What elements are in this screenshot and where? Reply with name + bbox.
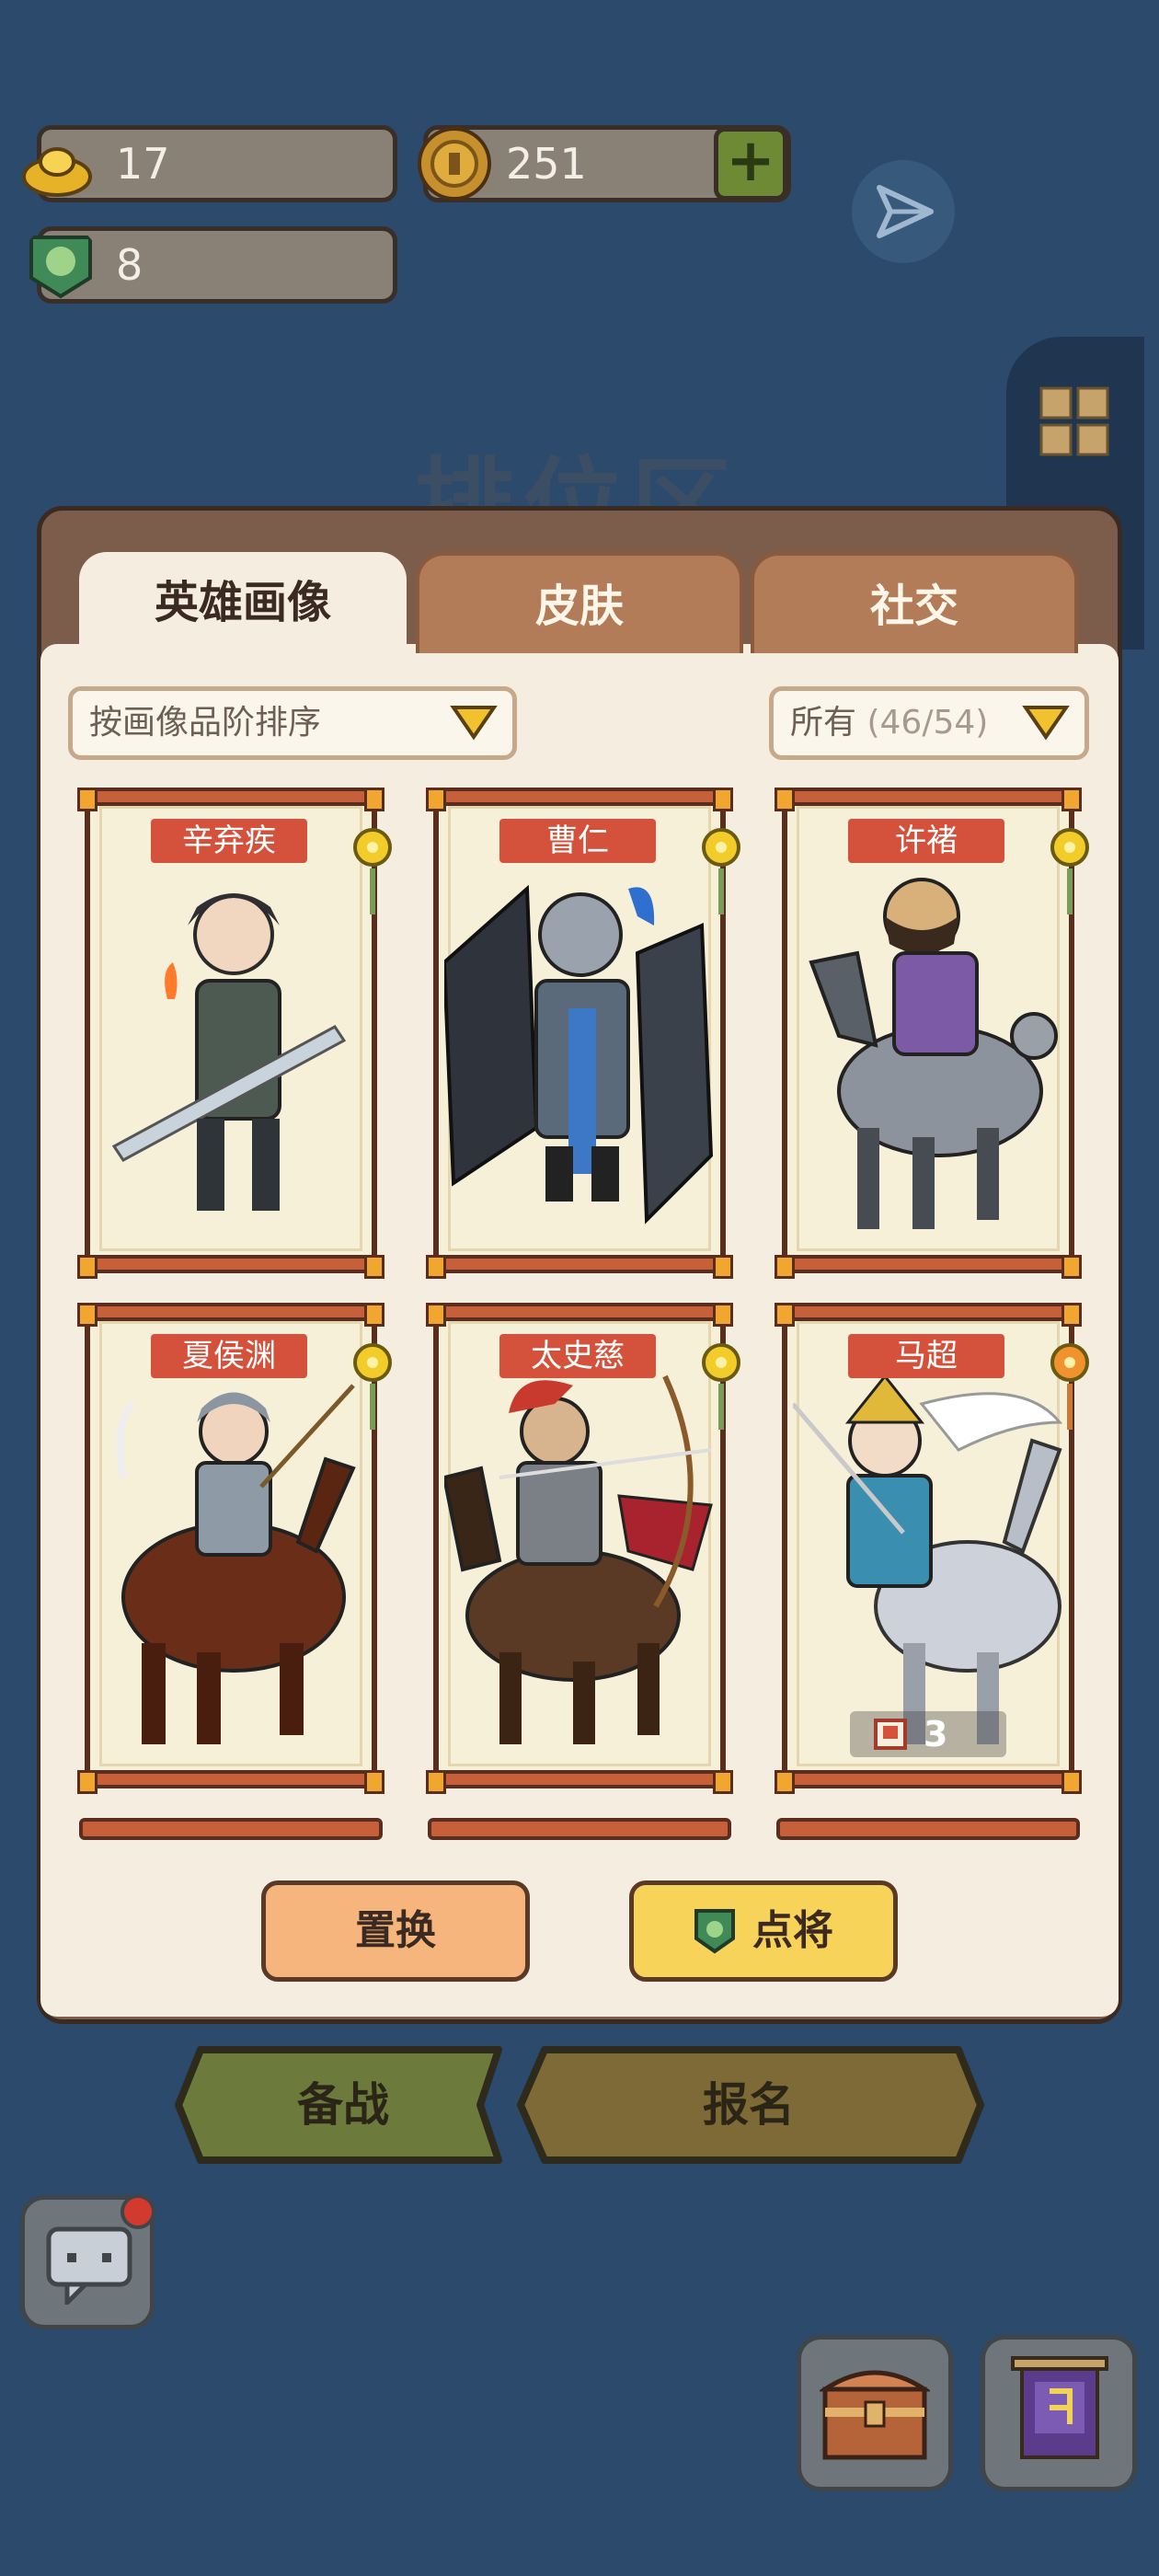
replace-button-label: 置换 (355, 1907, 436, 1954)
banner-icon (1011, 2356, 1108, 2459)
notification-dot (120, 2194, 155, 2229)
hero-card[interactable]: 辛弃疾 (77, 788, 392, 1279)
prepare-button[interactable]: 备战 (173, 2048, 513, 2162)
coin-icon (418, 127, 491, 201)
add-coin-button[interactable]: + (714, 127, 787, 201)
hero-portrait-icon (793, 1374, 1063, 1744)
banner-button[interactable] (981, 2335, 1137, 2491)
tab-hero-portraits[interactable]: 英雄画像 (79, 552, 407, 662)
share-button[interactable] (852, 160, 955, 263)
tab-social[interactable]: 社交 (751, 552, 1078, 653)
signup-button[interactable]: 报名 (511, 2048, 986, 2162)
scope-dropdown-label: 所有 (790, 704, 857, 742)
sort-dropdown[interactable]: 按画像品阶排序 (68, 686, 517, 760)
rarity-gem-icon (353, 828, 392, 867)
hero-card-partial (79, 1818, 383, 1840)
hero-name: 马超 (848, 1334, 1004, 1378)
hero-card-partial (776, 1818, 1080, 1840)
rarity-gem-icon (353, 1343, 392, 1382)
hero-card[interactable]: 马超 3 (775, 1303, 1089, 1794)
hero-portrait-icon (116, 1384, 356, 1744)
gold-ingot-value: 17 (116, 139, 170, 189)
hero-portrait-icon (809, 878, 1058, 1229)
rarity-gem-icon (702, 828, 740, 867)
chevron-down-icon (1022, 706, 1070, 741)
scope-dropdown[interactable]: 所有 (46/54) (769, 686, 1089, 760)
pick-general-button[interactable]: 点将 (629, 1880, 898, 1982)
rarity-gem-icon (1050, 1343, 1089, 1382)
portrait-scroll-icon (874, 1719, 907, 1750)
portrait-count: 3 (924, 1714, 948, 1754)
hero-card[interactable]: 太史慈 (426, 1303, 740, 1794)
replace-button[interactable]: 置换 (261, 1880, 530, 1982)
hero-portrait-icon (111, 893, 347, 1211)
hero-card-partial (428, 1818, 731, 1840)
hero-card[interactable]: 曹仁 (426, 788, 740, 1279)
send-icon (877, 185, 934, 238)
hero-name: 曹仁 (499, 819, 656, 863)
rarity-gem-icon (702, 1343, 740, 1382)
chevron-down-icon (450, 706, 498, 741)
treasure-chest-button[interactable] (797, 2335, 953, 2491)
coin-value: 251 (506, 139, 587, 189)
hero-name: 辛弃疾 (151, 819, 307, 863)
scope-count: (46/54) (866, 704, 989, 742)
chat-bubble-icon (46, 2226, 132, 2305)
jade-icon (29, 236, 92, 299)
sort-dropdown-label: 按画像品阶排序 (89, 704, 322, 742)
hero-name: 许褚 (848, 819, 1004, 863)
chest-icon (820, 2370, 930, 2460)
tab-skins[interactable]: 皮肤 (416, 552, 743, 653)
hero-portrait-icon (444, 884, 714, 1225)
jade-icon (694, 1909, 735, 1954)
portrait-count-badge: 3 (850, 1711, 1006, 1757)
rarity-gem-icon (1050, 828, 1089, 867)
hero-card[interactable]: 许褚 (775, 788, 1089, 1279)
gold-ingot-icon (22, 147, 92, 197)
jade-value: 8 (116, 240, 143, 290)
hero-name: 夏侯渊 (151, 1334, 307, 1378)
chat-button[interactable] (20, 2194, 155, 2329)
hero-name: 太史慈 (499, 1334, 656, 1378)
hero-card[interactable]: 夏侯渊 (77, 1303, 392, 1794)
grid-icon (1039, 386, 1109, 456)
hero-portrait-icon (444, 1374, 713, 1744)
